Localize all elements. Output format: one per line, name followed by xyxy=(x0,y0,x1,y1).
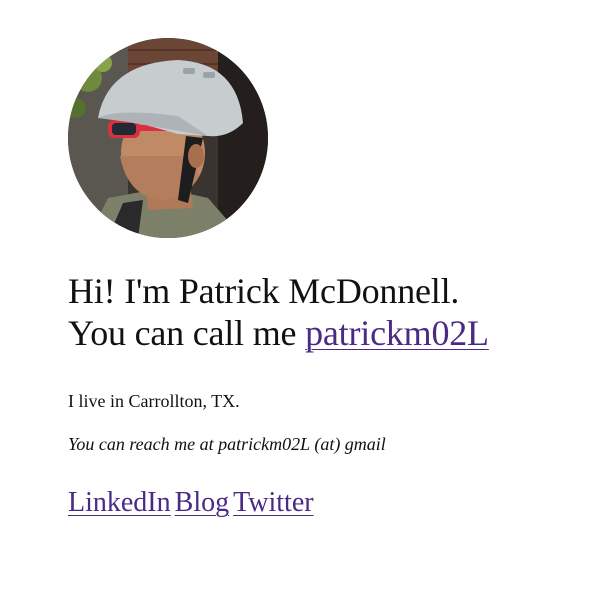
handle-link[interactable]: patrickm02L xyxy=(305,313,489,353)
intro-line1: Hi! I'm Patrick McDonnell. xyxy=(68,271,460,311)
location-text: I live in Carrollton, TX. xyxy=(68,391,240,411)
intro-line2-prefix: You can call me xyxy=(68,313,306,353)
twitter-link[interactable]: Twitter xyxy=(233,487,313,518)
avatar-photo-icon xyxy=(68,38,268,238)
avatar xyxy=(68,38,268,238)
contact-text: You can reach me at patrickm02L (at) gma… xyxy=(68,434,386,454)
social-links: LinkedIn Blog Twitter xyxy=(68,486,318,520)
page: Hi! I'm Patrick McDonnell. You can call … xyxy=(0,0,597,599)
blog-link[interactable]: Blog xyxy=(175,487,229,518)
linkedin-link[interactable]: LinkedIn xyxy=(68,487,171,518)
intro-heading: Hi! I'm Patrick McDonnell. You can call … xyxy=(68,270,489,354)
